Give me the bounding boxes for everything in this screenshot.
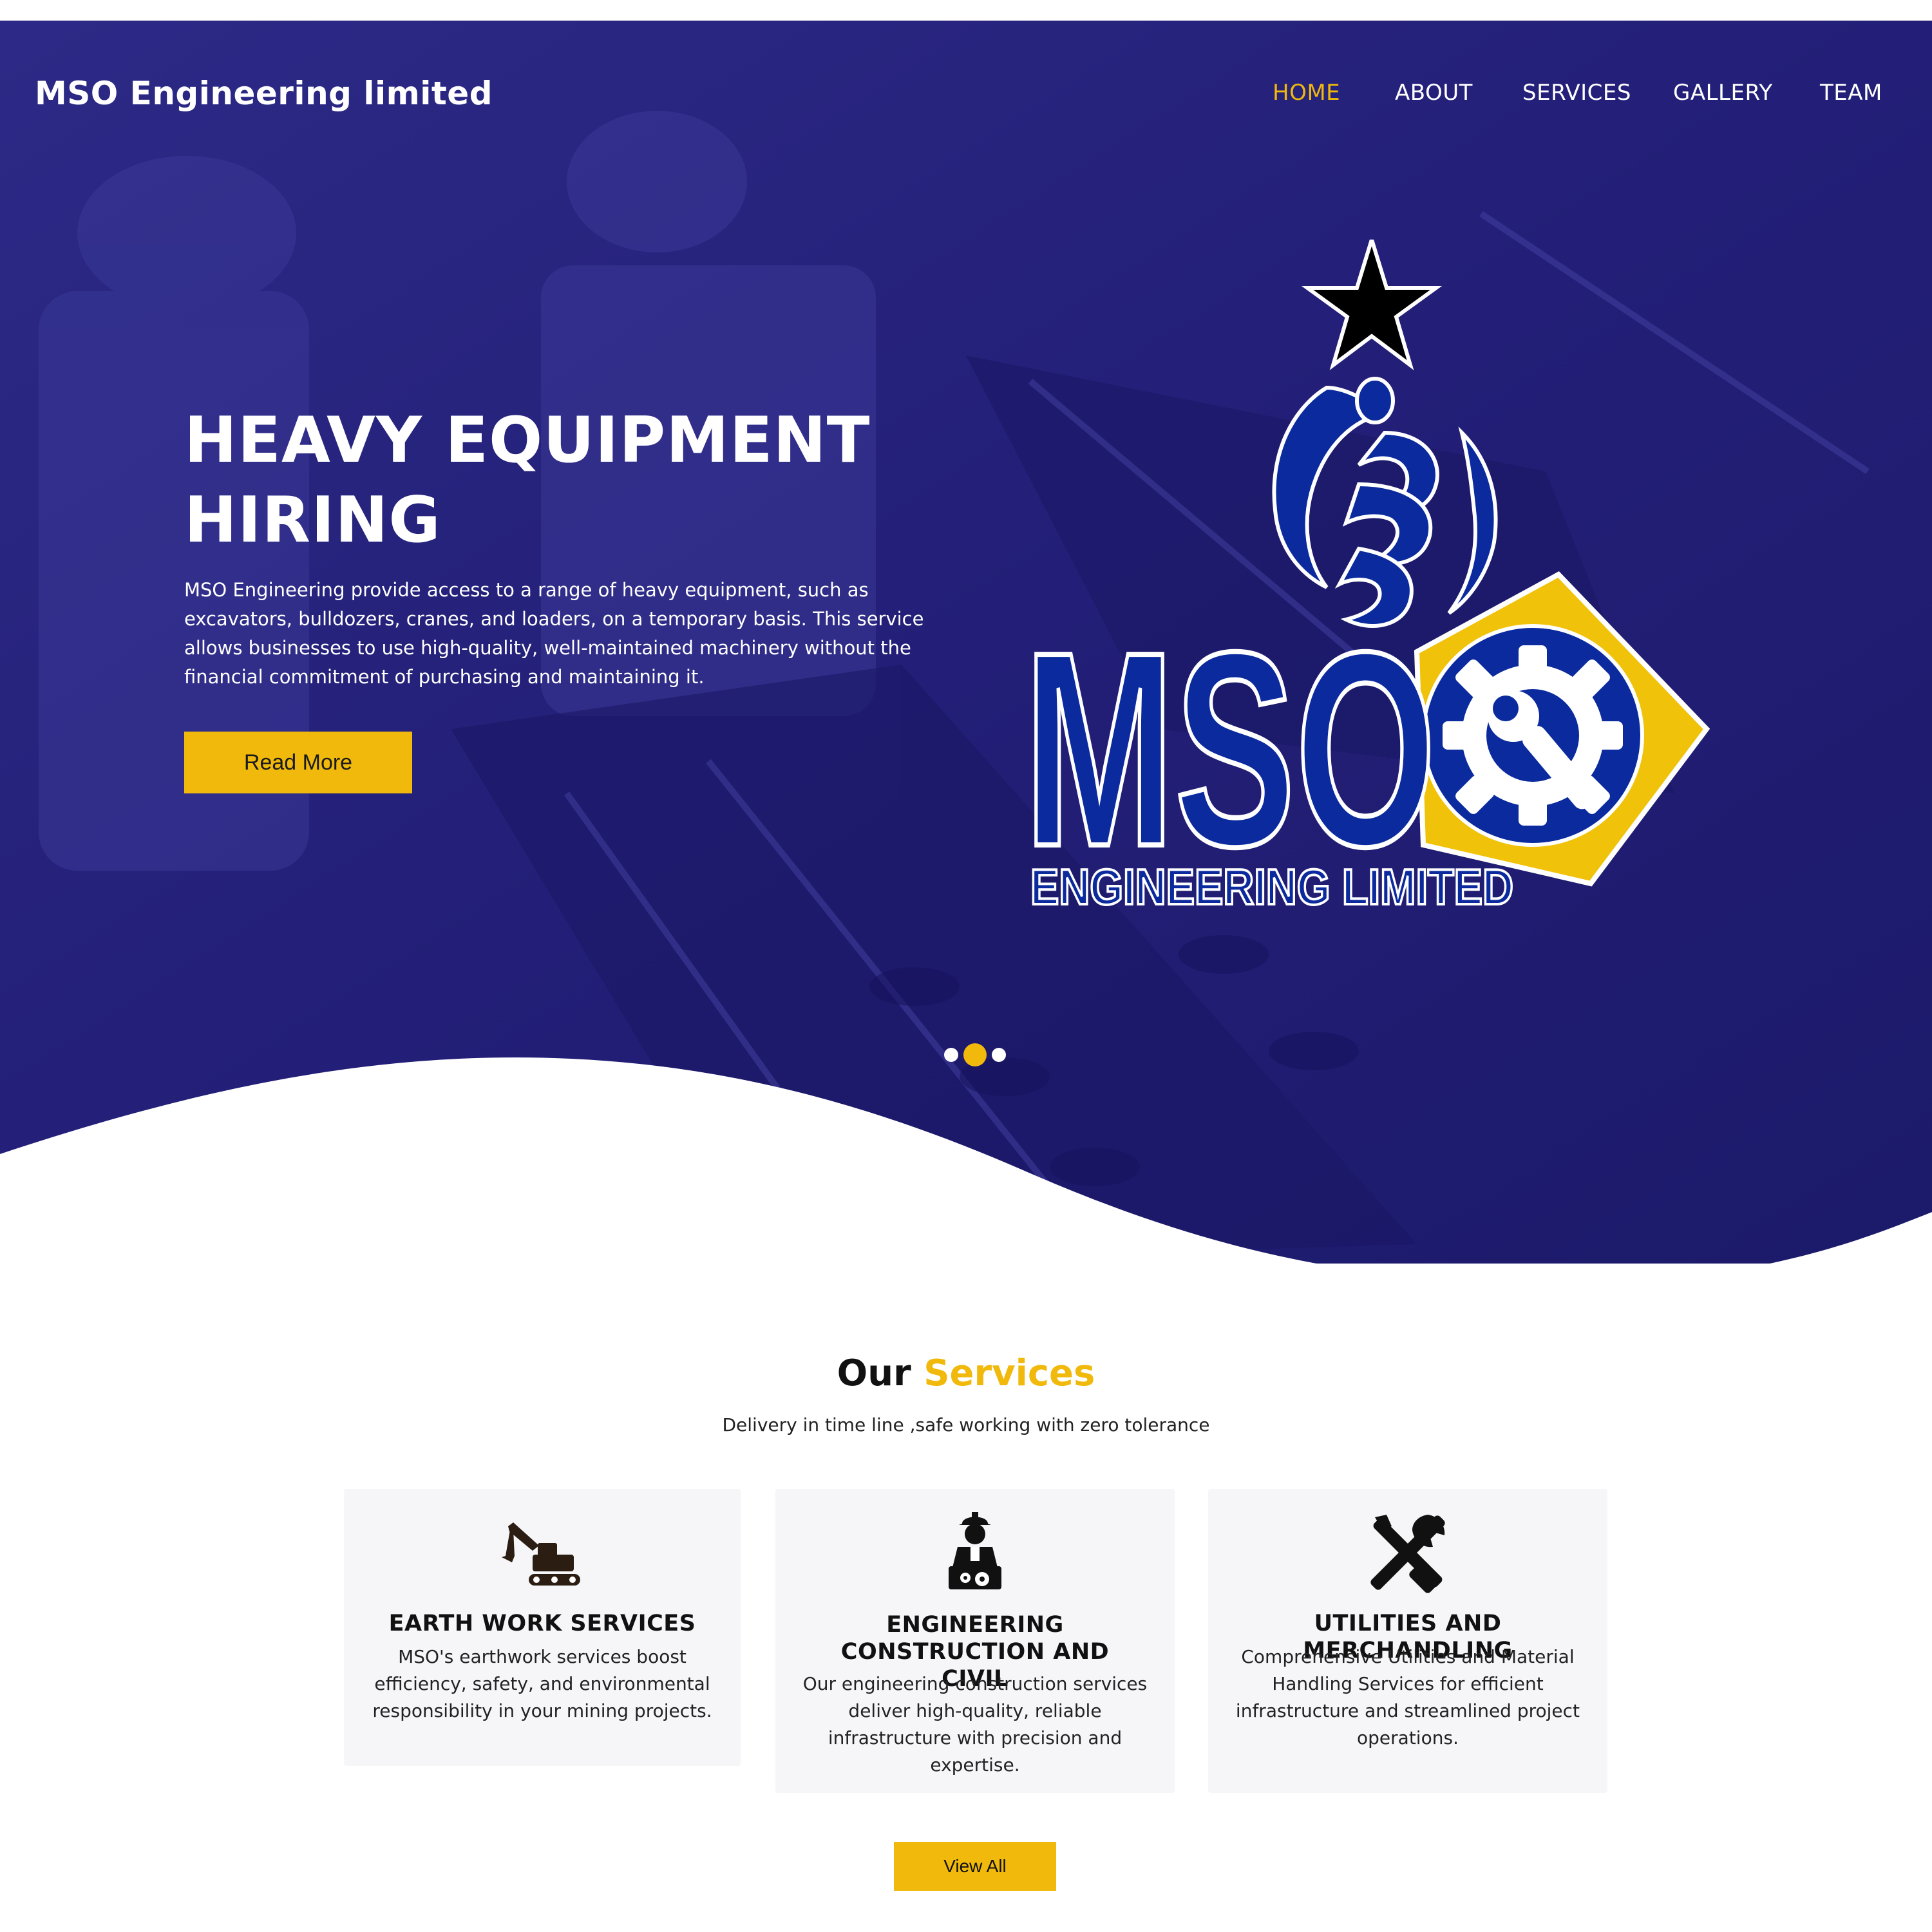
logo-tagline: ENGINEERING LIMITED	[1030, 858, 1513, 909]
nav-item-home[interactable]: HOME	[1273, 80, 1340, 106]
hero-headline: HEAVY EQUIPMENT HIRING	[184, 401, 871, 560]
hero-description: MSO Engineering provide access to a rang…	[184, 579, 924, 688]
nav-item-team[interactable]: TEAM	[1820, 80, 1882, 106]
service-card-construction[interactable]: ENGINEERING CONSTRUCTION AND CIVIL Our e…	[775, 1489, 1175, 1793]
service-card-text: Comprehensive Utilities and Material Han…	[1235, 1646, 1580, 1748]
service-card-earthwork[interactable]: EARTH WORK SERVICES MSO's earthwork serv…	[344, 1489, 741, 1766]
services-title: Our Services	[0, 1352, 1932, 1394]
nav-item-gallery[interactable]: GALLERY	[1673, 80, 1773, 106]
service-card-text: Our engineering construction services de…	[802, 1673, 1148, 1776]
nav-item-services[interactable]: SERVICES	[1522, 80, 1631, 106]
excavator-icon	[502, 1522, 580, 1586]
service-card-title: EARTH WORK SERVICES	[388, 1611, 696, 1636]
mso-logo: MSO ENGINEERING LIMITED	[1024, 240, 1710, 909]
hero-headline-line2: HIRING	[184, 484, 441, 557]
services-title-accent: Services	[923, 1352, 1095, 1394]
service-card-text: MSO's earthwork services boost efficienc…	[372, 1646, 712, 1721]
services-title-part1: Our	[837, 1352, 924, 1394]
star-icon	[1301, 240, 1443, 370]
services-subtitle: Delivery in time line ,safe working with…	[722, 1414, 1210, 1435]
service-card-utilities[interactable]: UTILITIES AND MERCHANDLING Comprehensive…	[1208, 1489, 1607, 1793]
hero-section: MSO Engineering limited HOME ABOUT SERVI…	[0, 21, 1932, 1264]
read-more-button[interactable]: Read More	[184, 732, 412, 793]
adinkra-symbol-icon	[1272, 377, 1498, 628]
gear-wrench-icon	[1443, 645, 1623, 826]
tools-icon	[1370, 1515, 1445, 1593]
engineer-icon	[949, 1512, 1001, 1589]
hero-headline-line1: HEAVY EQUIPMENT	[184, 404, 871, 477]
logo-wordmark: MSO	[1024, 595, 1436, 904]
wave-divider	[0, 1057, 1932, 1264]
view-all-button[interactable]: View All	[894, 1842, 1056, 1891]
main-nav: HOME ABOUT SERVICES GALLERY TEAM	[0, 80, 1932, 118]
top-strip	[0, 0, 1932, 21]
nav-item-about[interactable]: ABOUT	[1395, 80, 1473, 106]
